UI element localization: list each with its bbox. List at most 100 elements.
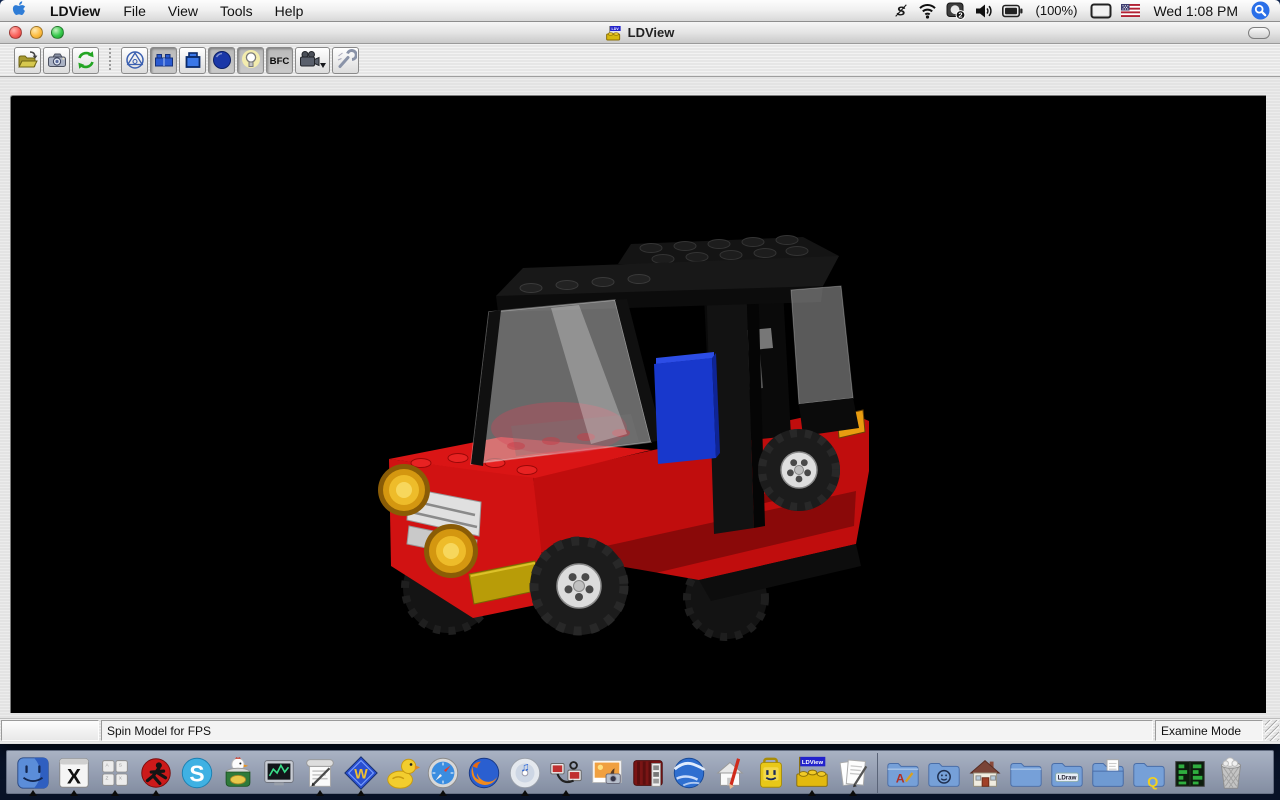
toolbar-toggle-pill[interactable] <box>1248 27 1270 39</box>
firefox-icon <box>468 757 499 789</box>
us-flag-icon[interactable] <box>1121 4 1141 17</box>
iphoto-icon <box>591 760 622 784</box>
svg-text:S: S <box>189 761 204 787</box>
edge-lines-button[interactable] <box>179 46 206 74</box>
dock-folder-smiley[interactable] <box>923 753 964 793</box>
running-indicator <box>356 790 365 796</box>
resize-grip[interactable] <box>1265 720 1279 741</box>
select-view-button[interactable] <box>295 46 330 74</box>
dock-activity-monitor[interactable] <box>258 753 299 793</box>
displays-icon[interactable] <box>1090 3 1112 19</box>
dock-google-earth[interactable] <box>668 753 709 793</box>
dock-iphoto[interactable] <box>586 753 627 793</box>
dock-wing-ide[interactable]: W <box>340 753 381 796</box>
svg-text:W: W <box>354 767 368 783</box>
dock-folder-ldraw[interactable]: LDraw <box>1046 753 1087 793</box>
sketchup-icon <box>715 758 744 790</box>
running-indicator <box>315 790 324 796</box>
menu-bar: LDView File View Tools Help S 2 <box>0 0 1280 22</box>
svg-text:S: S <box>118 762 121 768</box>
cyberduck-icon <box>386 758 420 789</box>
dock-itunes[interactable]: ♫ <box>504 753 545 796</box>
lighting-button[interactable] <box>237 46 264 74</box>
dock-trash[interactable] <box>1210 753 1251 793</box>
itunes-icon: ♫ <box>509 757 540 789</box>
running-indicator <box>28 790 37 796</box>
minimize-button[interactable] <box>30 26 43 39</box>
dock-folder-plain[interactable] <box>1005 753 1046 793</box>
dock-ldview[interactable]: LDView <box>791 753 832 796</box>
open-file-button[interactable] <box>14 46 41 74</box>
menu-help[interactable]: Help <box>264 3 315 19</box>
save-snapshot-button[interactable] <box>43 46 70 74</box>
dock-yellow-canister-app[interactable] <box>750 753 791 793</box>
dock-text-editor[interactable] <box>832 753 873 796</box>
dock-safari[interactable] <box>422 753 463 796</box>
dock-keyboard-viewer[interactable]: ASZX <box>94 753 135 796</box>
dock-photo-booth[interactable] <box>627 753 668 793</box>
dock-firefox[interactable] <box>463 753 504 793</box>
wireframe-button[interactable] <box>121 46 148 74</box>
home-folder-icon <box>968 760 1001 787</box>
dock-folder-q[interactable]: Q <box>1128 753 1169 793</box>
title-bar[interactable]: LDV LDView <box>0 22 1280 44</box>
seams-button[interactable] <box>150 46 177 74</box>
menu-app-name[interactable]: LDView <box>38 3 112 19</box>
preferences-button[interactable] <box>332 46 359 74</box>
running-indicator <box>520 790 529 796</box>
battery-icon[interactable] <box>1001 4 1023 18</box>
dock-separator <box>873 753 882 793</box>
apple-menu[interactable] <box>0 0 38 21</box>
menu-tools[interactable]: Tools <box>209 3 264 19</box>
running-indicator <box>561 790 570 796</box>
wing-ide-icon: W <box>343 756 378 790</box>
svg-text:X: X <box>67 765 81 788</box>
dock-finder[interactable] <box>12 753 53 796</box>
teleport-icon <box>549 761 582 784</box>
trash-icon <box>1220 757 1241 789</box>
open-folder-icon <box>17 51 38 68</box>
green-screen-icon <box>1174 761 1205 787</box>
bfc-button[interactable]: BFC <box>266 46 293 74</box>
reload-button[interactable] <box>72 46 99 74</box>
primitive-substitution-button[interactable] <box>208 46 235 74</box>
edged-brick-icon <box>185 52 200 68</box>
reload-icon <box>77 51 94 69</box>
s-script-menu-icon[interactable]: S <box>893 2 909 20</box>
model-viewport[interactable] <box>10 95 1266 713</box>
spotlight-icon[interactable] <box>1251 1 1270 20</box>
finder-icon <box>16 757 49 789</box>
dock-red-silhouette-app[interactable] <box>135 753 176 796</box>
dock-chicken-of-the-vnc[interactable] <box>217 753 258 793</box>
dock-sketchup[interactable] <box>709 753 750 793</box>
wireframe-sphere-icon <box>125 51 144 69</box>
battery-percent[interactable]: (100%) <box>1032 3 1082 18</box>
running-indicator <box>848 790 857 796</box>
svg-text:LDV: LDV <box>612 27 620 31</box>
dock-folder-home[interactable] <box>964 753 1005 793</box>
lego-car-model <box>378 235 869 641</box>
display-badge-icon[interactable]: 2 <box>946 2 966 20</box>
dock-green-screen-app[interactable] <box>1169 753 1210 793</box>
toolbar-separator <box>104 48 116 72</box>
close-button[interactable] <box>9 26 22 39</box>
dock-script-editor[interactable] <box>299 753 340 796</box>
dock-cyberduck[interactable] <box>381 753 422 793</box>
yellow-canister-icon <box>759 757 782 788</box>
bfc-text-icon: BFC <box>270 56 290 67</box>
dock-teleport[interactable] <box>545 753 586 796</box>
view-camera-icon <box>299 51 326 68</box>
dock-x11[interactable]: X <box>53 753 94 796</box>
keyboard-icon: A SZ X <box>101 760 128 786</box>
svg-text:Z: Z <box>105 776 108 782</box>
zoom-button[interactable] <box>51 26 64 39</box>
dock-skype[interactable]: S <box>176 753 217 793</box>
dock-folder-documents[interactable] <box>1087 753 1128 793</box>
wifi-icon[interactable] <box>918 2 937 19</box>
volume-icon[interactable] <box>975 3 993 19</box>
menu-file[interactable]: File <box>112 3 157 19</box>
menu-clock[interactable]: Wed 1:08 PM <box>1149 3 1242 19</box>
menu-view[interactable]: View <box>157 3 209 19</box>
mode-indicator: Examine Mode <box>1155 720 1263 741</box>
dock-folder-applications[interactable]: A <box>882 753 923 793</box>
